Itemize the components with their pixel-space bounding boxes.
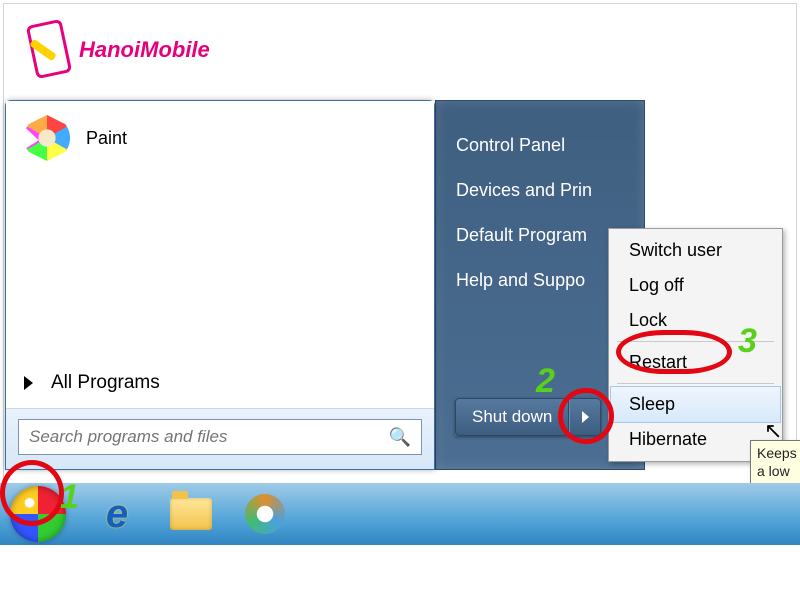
taskbar-ie[interactable]: e [94, 491, 140, 537]
search-row: 🔍 [6, 408, 434, 469]
program-paint[interactable]: Paint [6, 101, 434, 175]
rp-devices-printers[interactable]: Devices and Prin [456, 168, 644, 213]
annotation-num-1: 1 [60, 478, 79, 517]
taskbar-wmp[interactable] [242, 491, 288, 537]
paint-icon [24, 115, 70, 161]
taskbar-explorer[interactable] [168, 491, 214, 537]
fly-log-off[interactable]: Log off [611, 268, 780, 303]
ie-icon: e [106, 492, 128, 537]
menu-separator [617, 383, 774, 384]
watermark-text: HanoiMobile [79, 37, 210, 63]
search-box[interactable]: 🔍 [18, 419, 422, 455]
shutdown-options-arrow[interactable] [569, 398, 601, 436]
watermark-logo: HanoiMobile [25, 20, 210, 80]
rp-control-panel[interactable]: Control Panel [456, 123, 644, 168]
triangle-right-small-icon [582, 411, 589, 423]
phone-wrench-icon [25, 20, 73, 80]
annotation-num-3: 3 [738, 322, 757, 361]
media-player-icon [245, 494, 285, 534]
all-programs[interactable]: All Programs [6, 358, 434, 408]
all-programs-label: All Programs [51, 372, 160, 394]
shutdown-button[interactable]: Shut down [455, 398, 569, 436]
program-label: Paint [86, 128, 127, 149]
triangle-right-icon [24, 376, 33, 390]
annotation-num-2: 2 [536, 362, 555, 401]
search-input[interactable] [29, 427, 389, 447]
folder-icon [170, 498, 212, 530]
taskbar: e [0, 483, 800, 545]
fly-sleep[interactable]: Sleep [611, 387, 780, 422]
start-menu: Paint All Programs 🔍 [5, 100, 435, 470]
search-icon[interactable]: 🔍 [389, 427, 411, 448]
shutdown-split-button: Shut down [455, 398, 601, 436]
fly-switch-user[interactable]: Switch user [611, 233, 780, 268]
shutdown-label: Shut down [472, 407, 552, 427]
start-button[interactable] [10, 486, 66, 542]
